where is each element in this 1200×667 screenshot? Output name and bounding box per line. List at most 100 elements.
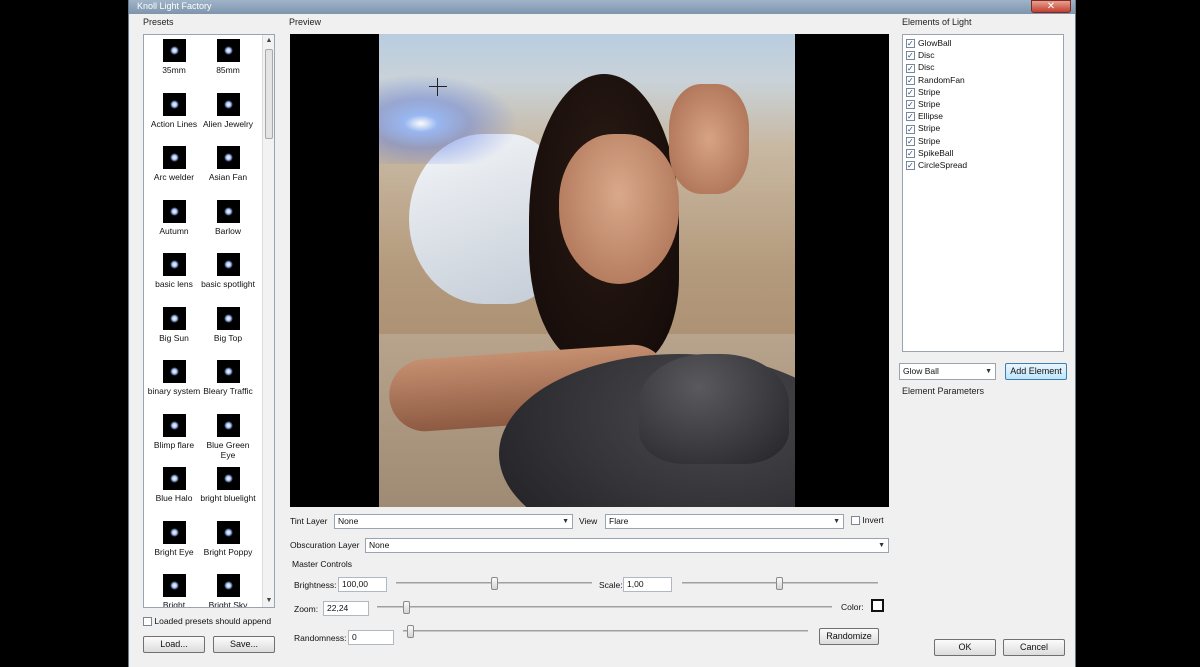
element-item[interactable]: GlowBall bbox=[906, 38, 952, 49]
preview-canvas[interactable] bbox=[290, 34, 889, 507]
preset-label: Big Top bbox=[213, 332, 243, 343]
preset-item[interactable]: Bright Poppy bbox=[200, 520, 256, 557]
element-item[interactable]: Stripe bbox=[906, 99, 940, 110]
preset-item[interactable]: basic lens bbox=[146, 253, 202, 289]
element-item[interactable]: Stripe bbox=[906, 136, 940, 147]
element-checkbox[interactable] bbox=[906, 160, 915, 171]
preset-item[interactable]: Action Lines bbox=[146, 92, 202, 129]
element-checkbox[interactable] bbox=[906, 99, 915, 110]
zoom-slider[interactable] bbox=[377, 601, 832, 614]
element-item[interactable]: SpikeBall bbox=[906, 148, 953, 159]
add-element-button[interactable]: Add Element bbox=[1005, 363, 1067, 380]
crosshair-icon[interactable] bbox=[429, 78, 447, 96]
element-item[interactable]: Disc bbox=[906, 62, 935, 74]
preset-label: Blue Halo bbox=[155, 493, 193, 503]
color-swatch[interactable] bbox=[871, 599, 884, 612]
element-type-value: Glow Ball bbox=[903, 366, 939, 376]
cancel-button[interactable]: Cancel bbox=[1003, 639, 1065, 656]
element-label: RandomFan bbox=[918, 74, 965, 85]
preset-label: Blimp flare bbox=[153, 439, 195, 450]
element-item[interactable]: Stripe bbox=[906, 123, 940, 135]
preset-item[interactable]: Blue Green Eye bbox=[200, 413, 256, 460]
scale-slider[interactable] bbox=[682, 577, 878, 590]
zoom-slider-handle[interactable] bbox=[403, 601, 410, 614]
elements-list: GlowBallDiscDiscRandomFanStripeStripeEll… bbox=[902, 34, 1064, 352]
element-item[interactable]: Stripe bbox=[906, 87, 940, 98]
tint-layer-label: Tint Layer bbox=[290, 516, 328, 526]
element-item[interactable]: CircleSpread bbox=[906, 160, 967, 171]
brightness-slider[interactable] bbox=[396, 577, 592, 590]
preset-item[interactable]: Alien Jewelry bbox=[200, 92, 256, 129]
preset-item[interactable]: Arc welder bbox=[146, 146, 202, 182]
element-checkbox[interactable] bbox=[906, 124, 915, 135]
view-select[interactable]: Flare ▼ bbox=[605, 514, 844, 529]
preset-item[interactable]: Asian Fan bbox=[200, 146, 256, 182]
element-item[interactable]: Disc bbox=[906, 50, 935, 61]
preset-item[interactable]: Big Top bbox=[200, 306, 256, 343]
preset-item[interactable]: Bright Eye bbox=[146, 520, 202, 557]
element-checkbox[interactable] bbox=[906, 136, 915, 147]
invert-option[interactable]: Invert bbox=[851, 515, 884, 526]
preset-item[interactable]: 85mm bbox=[200, 39, 256, 75]
presets-label: Presets bbox=[143, 17, 174, 27]
load-button[interactable]: Load... bbox=[143, 636, 205, 653]
preset-item[interactable]: Bleary Traffic bbox=[200, 360, 256, 396]
randomness-field[interactable]: 0 bbox=[348, 630, 394, 645]
brightness-slider-handle[interactable] bbox=[491, 577, 498, 590]
preset-label: Action Lines bbox=[150, 118, 198, 129]
preset-item[interactable]: bright bluelight bbox=[200, 467, 256, 503]
element-label: Ellipse bbox=[918, 111, 944, 122]
obscuration-layer-select[interactable]: None ▼ bbox=[365, 538, 889, 553]
append-checkbox[interactable] bbox=[143, 617, 152, 627]
preset-item[interactable]: basic spotlight bbox=[200, 253, 256, 289]
preset-item[interactable]: Big Sun bbox=[146, 306, 202, 343]
invert-checkbox[interactable] bbox=[851, 516, 860, 526]
tint-layer-value: None bbox=[338, 516, 359, 526]
scale-slider-handle[interactable] bbox=[776, 577, 783, 590]
preset-item[interactable]: Autumn bbox=[146, 199, 202, 236]
save-button[interactable]: Save... bbox=[213, 636, 275, 653]
preset-thumbnail bbox=[216, 253, 240, 276]
preset-thumbnail bbox=[216, 413, 240, 437]
scale-field[interactable]: 1,00 bbox=[623, 577, 672, 592]
lens-flare bbox=[379, 74, 519, 164]
preset-item[interactable]: Barlow bbox=[200, 199, 256, 236]
zoom-field[interactable]: 22,24 bbox=[323, 601, 369, 616]
preset-item[interactable]: binary system bbox=[146, 360, 202, 396]
scroll-up-icon[interactable]: ▲ bbox=[263, 35, 275, 47]
preset-item[interactable]: Blue Halo bbox=[146, 467, 202, 503]
preset-item[interactable]: Bright bbox=[146, 574, 202, 607]
view-label: View bbox=[579, 516, 598, 526]
element-checkbox[interactable] bbox=[906, 148, 915, 159]
preset-thumbnail bbox=[162, 146, 186, 169]
element-checkbox[interactable] bbox=[906, 87, 915, 98]
append-option[interactable]: Loaded presets should append bbox=[143, 616, 271, 627]
ok-button[interactable]: OK bbox=[934, 639, 996, 656]
element-checkbox[interactable] bbox=[906, 75, 915, 86]
scroll-down-icon[interactable]: ▼ bbox=[263, 595, 275, 607]
randomness-slider[interactable] bbox=[403, 625, 808, 638]
close-button[interactable]: ✕ bbox=[1031, 0, 1071, 13]
element-checkbox[interactable] bbox=[906, 111, 915, 122]
chevron-down-icon: ▼ bbox=[562, 518, 569, 525]
preset-thumbnail bbox=[216, 199, 240, 223]
preset-thumbnail bbox=[216, 467, 240, 490]
scrollbar-thumb[interactable] bbox=[265, 49, 273, 139]
preset-item[interactable]: 35mm bbox=[146, 39, 202, 75]
preset-item[interactable]: Blimp flare bbox=[146, 413, 202, 450]
element-item[interactable]: Ellipse bbox=[906, 111, 943, 122]
preset-item[interactable]: Bright Sky bbox=[200, 574, 256, 607]
element-type-select[interactable]: Glow Ball ▼ bbox=[899, 363, 996, 380]
brightness-field[interactable]: 100,00 bbox=[338, 577, 387, 592]
randomness-slider-handle[interactable] bbox=[407, 625, 414, 638]
chevron-down-icon: ▼ bbox=[985, 368, 992, 375]
element-checkbox[interactable] bbox=[906, 63, 915, 74]
preset-label: Big Sun bbox=[159, 332, 189, 343]
presets-scrollbar[interactable]: ▲ ▼ bbox=[262, 35, 274, 607]
tint-layer-select[interactable]: None ▼ bbox=[334, 514, 573, 529]
element-checkbox[interactable] bbox=[906, 50, 915, 61]
element-checkbox[interactable] bbox=[906, 38, 915, 49]
randomize-button[interactable]: Randomize bbox=[819, 628, 879, 645]
element-item[interactable]: RandomFan bbox=[906, 75, 965, 86]
preset-thumbnail bbox=[216, 39, 240, 62]
